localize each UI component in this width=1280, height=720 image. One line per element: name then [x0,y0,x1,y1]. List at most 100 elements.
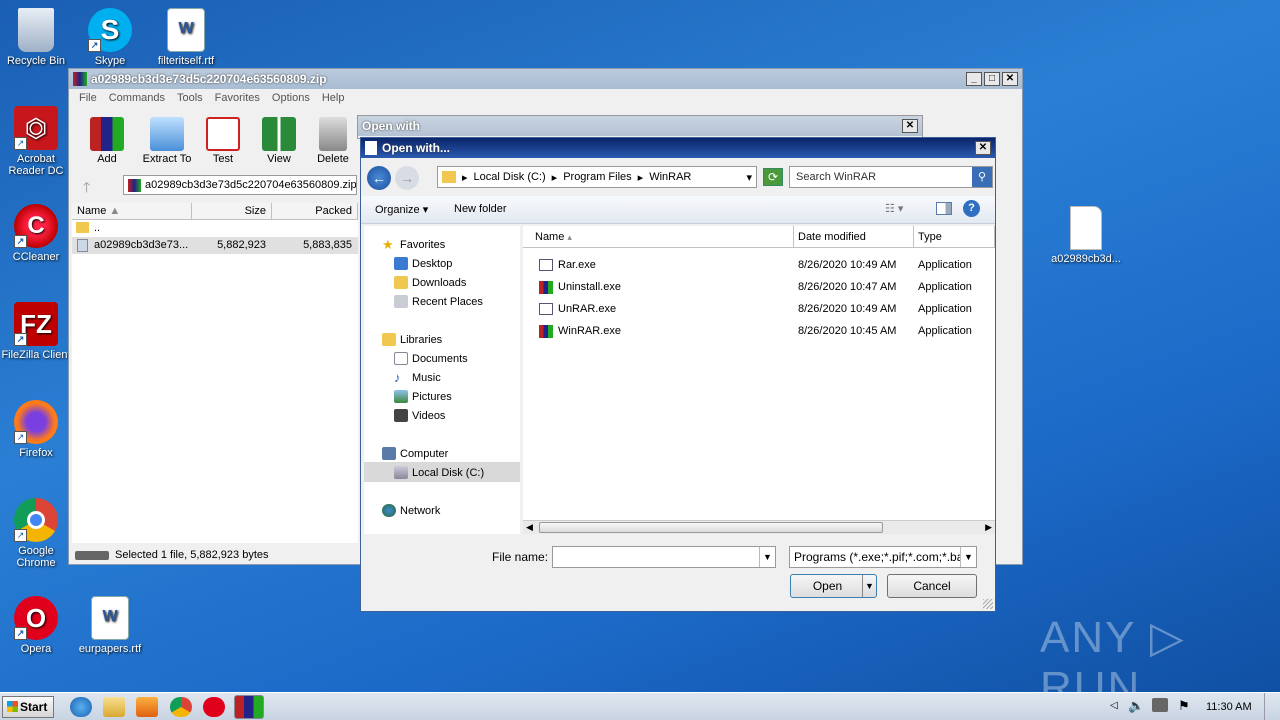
back-button[interactable]: ← [367,166,391,190]
maximize-button[interactable]: □ [984,72,1000,86]
nav-recent[interactable]: Recent Places [394,295,483,308]
file-row-unrar[interactable]: UnRAR.exe 8/26/2020 10:49 AM Application [523,300,993,320]
nav-downloads[interactable]: Downloads [394,276,466,289]
new-folder-button[interactable]: New folder [454,203,507,215]
search-icon[interactable]: ⚲ [972,167,992,187]
nav-favorites[interactable]: ★ Favorites [382,238,445,251]
tool-test[interactable]: Test [195,117,251,165]
desktop-icon-firefox[interactable]: ↗ Firefox [0,400,72,459]
menu-file[interactable]: File [73,92,103,104]
desktop-icon-opera[interactable]: O ↗ Opera [0,596,72,655]
explorer-folder-icon[interactable] [103,697,125,717]
start-button[interactable]: Start [2,696,54,718]
desktop-icon-acrobat[interactable]: ⏣ ↗ Acrobat Reader DC [0,106,72,177]
table-row[interactable]: a02989cb3d3e73... 5,882,923 5,883,835 [72,237,358,254]
file-row-uninstall[interactable]: Uninstall.exe 8/26/2020 10:47 AM Applica… [523,278,993,298]
menu-tools[interactable]: Tools [171,92,209,104]
horizontal-scrollbar[interactable]: ◀ ▶ [523,520,995,534]
open-button[interactable]: Open ▼ [790,574,877,598]
nav-libraries[interactable]: Libraries [382,333,442,346]
breadcrumb-localdisk[interactable]: Local Disk (C:) [474,171,546,183]
desktop-icon-zip-file[interactable]: a02989cb3d... [1050,206,1122,265]
volume-icon[interactable]: 🔈 [1128,698,1144,714]
scroll-thumb[interactable] [539,522,883,533]
forward-button[interactable]: → [395,166,419,190]
desktop-icon-skype[interactable]: S ↗ Skype [74,8,146,67]
open-with-dialog: Open with... ✕ ← → ▸ Local Disk (C:) ▸ P… [360,137,996,612]
file-row-winrar[interactable]: WinRAR.exe 8/26/2020 10:45 AM Applicatio… [523,322,993,342]
menu-commands[interactable]: Commands [103,92,171,104]
nav-computer[interactable]: Computer [382,447,448,460]
file-row-rar[interactable]: Rar.exe 8/26/2020 10:49 AM Application [523,256,993,276]
scroll-right-arrow[interactable]: ▶ [985,522,992,533]
nav-network[interactable]: Network [382,504,440,517]
cancel-button[interactable]: Cancel [887,574,977,598]
col-type[interactable]: Type [914,226,995,248]
action-center-flag-icon[interactable]: ⚑ [1178,698,1190,714]
menu-options[interactable]: Options [266,92,316,104]
col-name[interactable]: Name ▴ [523,226,794,248]
chevron-down-icon[interactable]: ▾ [746,171,752,184]
file-type-filter[interactable]: Programs (*.exe;*.pif;*.com;*.ba ▼ [789,546,977,568]
desktop-icon-ccleaner[interactable]: C ↗ CCleaner [0,204,72,263]
desktop-icon-filteritself[interactable]: W filteritself.rtf [150,8,222,67]
table-row[interactable]: .. [72,220,358,237]
nav-documents[interactable]: Documents [394,352,468,365]
preview-pane-icon[interactable] [936,202,952,215]
chevron-down-icon[interactable]: ▼ [862,575,876,597]
view-options-icon[interactable]: ☷ ▾ [885,202,903,215]
winrar-path-box[interactable]: a02989cb3d3e73d5c220704e63560809.zip [123,175,357,195]
organize-button[interactable]: Organize ▾ [375,203,428,216]
help-icon[interactable]: ? [963,200,980,217]
winrar-taskbar-icon[interactable] [234,695,264,719]
word-document-icon: W [91,596,129,640]
desktop-icon-eurpapers[interactable]: W eurpapers.rtf [74,596,146,655]
menu-help[interactable]: Help [316,92,351,104]
winrar-titlebar[interactable]: a02989cb3d3e73d5c220704e63560809.zip _ □… [69,69,1022,89]
col-size[interactable]: Size [192,203,272,220]
up-arrow-icon[interactable]: 🡑 [83,177,90,201]
opera-icon[interactable] [203,697,225,717]
address-bar[interactable]: ▸ Local Disk (C:) ▸ Program Files ▸ WinR… [437,166,757,188]
breadcrumb-programfiles[interactable]: Program Files [563,171,631,183]
tray-show-hidden-icon[interactable]: ◁ [1110,700,1118,711]
openwith-close-button[interactable]: ✕ [902,119,918,133]
network-icon [382,504,396,517]
desktop-icon-filezilla[interactable]: FZ ↗ FileZilla Client [0,302,72,361]
col-packed[interactable]: Packed [272,203,358,220]
network-tray-icon[interactable] [1152,698,1168,712]
winrar-app-icon [539,325,553,338]
nav-local-disk[interactable]: Local Disk (C:) [394,466,484,479]
desktop-icon-chrome[interactable]: ↗ Google Chrome [0,498,72,569]
close-button[interactable]: ✕ [1002,72,1018,86]
chevron-down-icon[interactable]: ▼ [960,547,976,567]
nav-videos[interactable]: Videos [394,409,445,422]
desktop-icon-recycle-bin[interactable]: Recycle Bin [0,8,72,67]
chevron-down-icon[interactable]: ▼ [759,547,775,567]
tool-add[interactable]: Add [79,117,135,165]
tool-extract[interactable]: Extract To [137,117,197,165]
tool-delete[interactable]: Delete [305,117,361,165]
openwith-titlebar[interactable]: Open with ✕ [358,116,922,136]
nav-pictures[interactable]: Pictures [394,390,452,403]
search-input[interactable]: Search WinRAR ⚲ [789,166,993,188]
menu-favorites[interactable]: Favorites [209,92,266,104]
chrome-icon[interactable] [170,697,192,717]
col-name[interactable]: Name ▲ [72,203,192,220]
filename-input[interactable]: ▼ [552,546,776,568]
show-desktop-button[interactable] [1264,693,1280,720]
clock[interactable]: 11:30 AM [1206,701,1252,713]
dialog-titlebar[interactable]: Open with... ✕ [361,138,995,158]
nav-music[interactable]: ♪ Music [394,371,441,384]
tool-view[interactable]: View [251,117,307,165]
col-date-modified[interactable]: Date modified [794,226,914,248]
media-player-icon[interactable] [136,697,158,717]
internet-explorer-icon[interactable] [70,697,92,717]
nav-desktop[interactable]: Desktop [394,257,452,270]
breadcrumb-winrar[interactable]: WinRAR [649,171,691,183]
refresh-button[interactable]: ⟳ [763,168,783,186]
minimize-button[interactable]: _ [966,72,982,86]
resize-grip-icon[interactable] [983,599,993,609]
dialog-close-button[interactable]: ✕ [975,141,991,155]
scroll-left-arrow[interactable]: ◀ [526,522,533,533]
